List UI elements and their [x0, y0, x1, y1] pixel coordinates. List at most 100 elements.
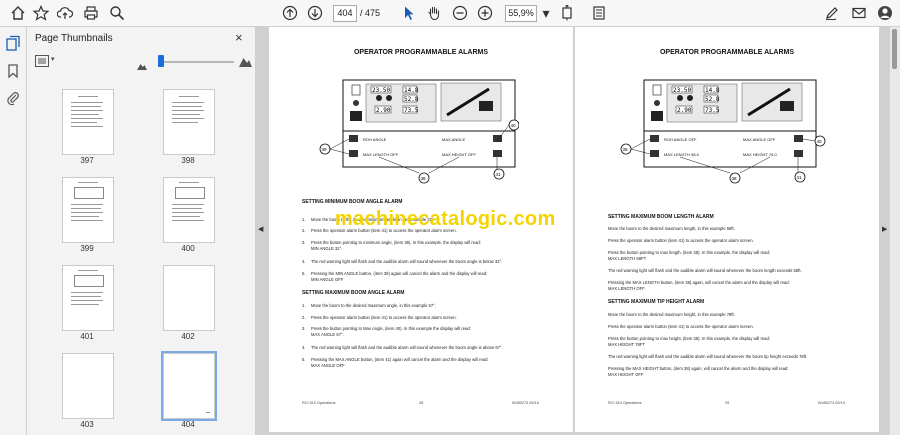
display-value: 52.8	[705, 96, 720, 103]
paragraph: Press the operator alarm button (item 41…	[608, 324, 754, 329]
callout-label: 40	[511, 123, 517, 128]
paragraph: MAX ANGLE 67°.	[311, 332, 344, 337]
thumbnail-402[interactable]	[163, 265, 215, 331]
page-down-icon[interactable]	[306, 4, 324, 22]
page-up-icon[interactable]	[281, 4, 299, 22]
zoom-out-icon[interactable]	[451, 4, 469, 22]
thumbnail-399[interactable]	[62, 177, 114, 243]
panel-label: MAX ANGLE	[442, 137, 465, 142]
fit-page-icon[interactable]	[558, 4, 576, 22]
thumbnail-398[interactable]	[163, 89, 215, 155]
print-icon[interactable]	[82, 4, 100, 22]
paragraph: MAX LENGTH OFF	[608, 286, 645, 291]
chevron-down-icon[interactable]: ▾	[537, 4, 555, 22]
alarm-panel-diagram: 23.50 14.8 52.8 2.90 73.5 ROH ANGLE OFF …	[620, 79, 826, 184]
paragraph: MIN ANGLE 32°.	[311, 246, 343, 251]
thumbnail-label: 398	[181, 156, 195, 165]
footer-page-number: 28	[419, 401, 424, 405]
display-value: 73.5	[705, 107, 720, 114]
thumbnail-label: 400	[181, 244, 195, 253]
paragraph: MAX ANGLE OFF	[311, 363, 345, 368]
slider-handle[interactable]	[158, 55, 164, 67]
callout-label: 39	[623, 147, 629, 152]
thumbnail-label: 397	[80, 156, 94, 165]
account-avatar-icon[interactable]	[876, 4, 894, 22]
thumbnail-toolbar: ▾	[33, 52, 252, 75]
paragraph: 5. Pressing the MAX ANGLE button, (item 4…	[302, 357, 489, 362]
chevron-down-icon[interactable]: ▾	[51, 55, 55, 63]
thumbnail-label: 399	[80, 244, 94, 253]
zoom-level-select[interactable]: 55,9%	[505, 5, 537, 22]
panel-label: ROH ANGLE OFF	[664, 137, 697, 142]
paragraph: Move the boom to the desired maximum len…	[608, 226, 735, 231]
footer-right: W450273 09/10	[512, 401, 539, 405]
thumbnail-401[interactable]	[62, 265, 114, 331]
document-scrollbar[interactable]	[890, 27, 900, 435]
options-menu-icon[interactable]	[35, 54, 49, 67]
search-icon[interactable]	[108, 4, 126, 22]
paragraph: 4. The red warning light will flash and t…	[302, 259, 503, 264]
large-mountain-icon[interactable]	[239, 54, 252, 72]
page-title: OPERATOR PROGRAMMABLE ALARMS	[659, 49, 795, 56]
panel-label: MAX HEIGHT 78.0	[743, 152, 777, 157]
display-value: 14.8	[705, 87, 720, 94]
display-value: 2.90	[376, 107, 391, 114]
document-viewport: OPERATOR PROGRAMMABLE ALARMS 23.50 14.8 …	[256, 27, 890, 435]
paragraph: 2. Press the operator alarm button (item …	[302, 315, 457, 320]
paragraph: 1. Move the boom to the desired maximum a…	[302, 303, 437, 308]
sign-pen-icon[interactable]	[823, 4, 841, 22]
paragraph: The red warning light will flash and the…	[608, 268, 802, 273]
expand-right-icon[interactable]: ▶	[882, 225, 887, 233]
bookmarks-icon[interactable]	[5, 63, 21, 79]
paragraph: 3. Press the button pointing to Max Angle…	[302, 326, 471, 331]
footer-page-number: 29	[725, 401, 730, 405]
sidebar-rail	[0, 27, 27, 435]
attachments-icon[interactable]	[5, 90, 21, 106]
hand-tool-icon[interactable]	[425, 4, 443, 22]
paragraph: Move the boom to the desired maximum hei…	[608, 312, 735, 317]
paragraph: Press the button pointing to max length,…	[608, 250, 770, 255]
thumbnails-icon[interactable]	[5, 35, 21, 51]
display-value: 23.50	[372, 87, 390, 94]
callout-label: 38	[732, 176, 738, 181]
footer-left: RCI 510 Operations	[302, 401, 336, 405]
callout-label: 39	[322, 147, 328, 152]
small-mountain-icon[interactable]	[137, 57, 147, 75]
upload-cloud-icon[interactable]	[56, 4, 74, 22]
paragraph: Pressing the MAX HEIGHT button, (item 38…	[608, 366, 789, 371]
zoom-in-icon[interactable]	[476, 4, 494, 22]
thumbnail-403[interactable]	[62, 353, 114, 419]
paragraph: Press the button pointing to max height,…	[608, 336, 770, 341]
panel-label: MAX LENGTH 58.0	[664, 152, 700, 157]
display-value: 52.8	[404, 96, 419, 103]
watermark: machinecatalogic.com	[335, 208, 556, 230]
close-icon[interactable]: ×	[235, 30, 243, 45]
paragraph: MAX HEIGHT 78FT	[608, 342, 645, 347]
paragraph: Pressing the MAX LENGTH button, (item 38…	[608, 280, 790, 285]
paragraph: The red warning light will flash and the…	[608, 354, 808, 359]
toolbar: 404 / 475 55,9% ▾	[0, 0, 900, 27]
scrollbar-handle[interactable]	[892, 29, 897, 69]
thumbnail-404[interactable]	[161, 351, 217, 421]
page-number-input[interactable]: 404	[333, 5, 357, 22]
callout-label: 41	[797, 175, 803, 180]
email-icon[interactable]	[850, 4, 868, 22]
select-cursor-icon[interactable]	[400, 4, 418, 22]
paragraph: MAX LENGTH 58FT	[608, 256, 647, 261]
footer-left: RCI 510 Operations	[608, 401, 642, 405]
thumbnail-size-slider[interactable]	[160, 61, 234, 63]
panel-title: Page Thumbnails	[35, 33, 113, 44]
panel-label: MAX LENGTH OFF	[363, 152, 399, 157]
scroll-mode-icon[interactable]	[590, 4, 608, 22]
thumbnail-400[interactable]	[163, 177, 215, 243]
thumbnail-397[interactable]	[62, 89, 114, 155]
collapse-left-icon[interactable]: ◀	[258, 225, 263, 233]
callout-label: 38	[421, 176, 427, 181]
thumbnails-panel: Page Thumbnails × ▾ 397 398 399 400 401 …	[27, 27, 256, 435]
bookmark-star-icon[interactable]	[32, 4, 50, 22]
paragraph: 5. Pressing the MIN ANGLE button, (item 3…	[302, 271, 488, 276]
alarm-panel-diagram: 23.50 14.8 52.8 2.90 73.5 ROH ANGLE MAX …	[319, 79, 519, 184]
home-icon[interactable]	[9, 4, 27, 22]
thumbnail-label: 402	[181, 332, 195, 341]
paragraph: Press the operator alarm button (item 41…	[608, 238, 754, 243]
